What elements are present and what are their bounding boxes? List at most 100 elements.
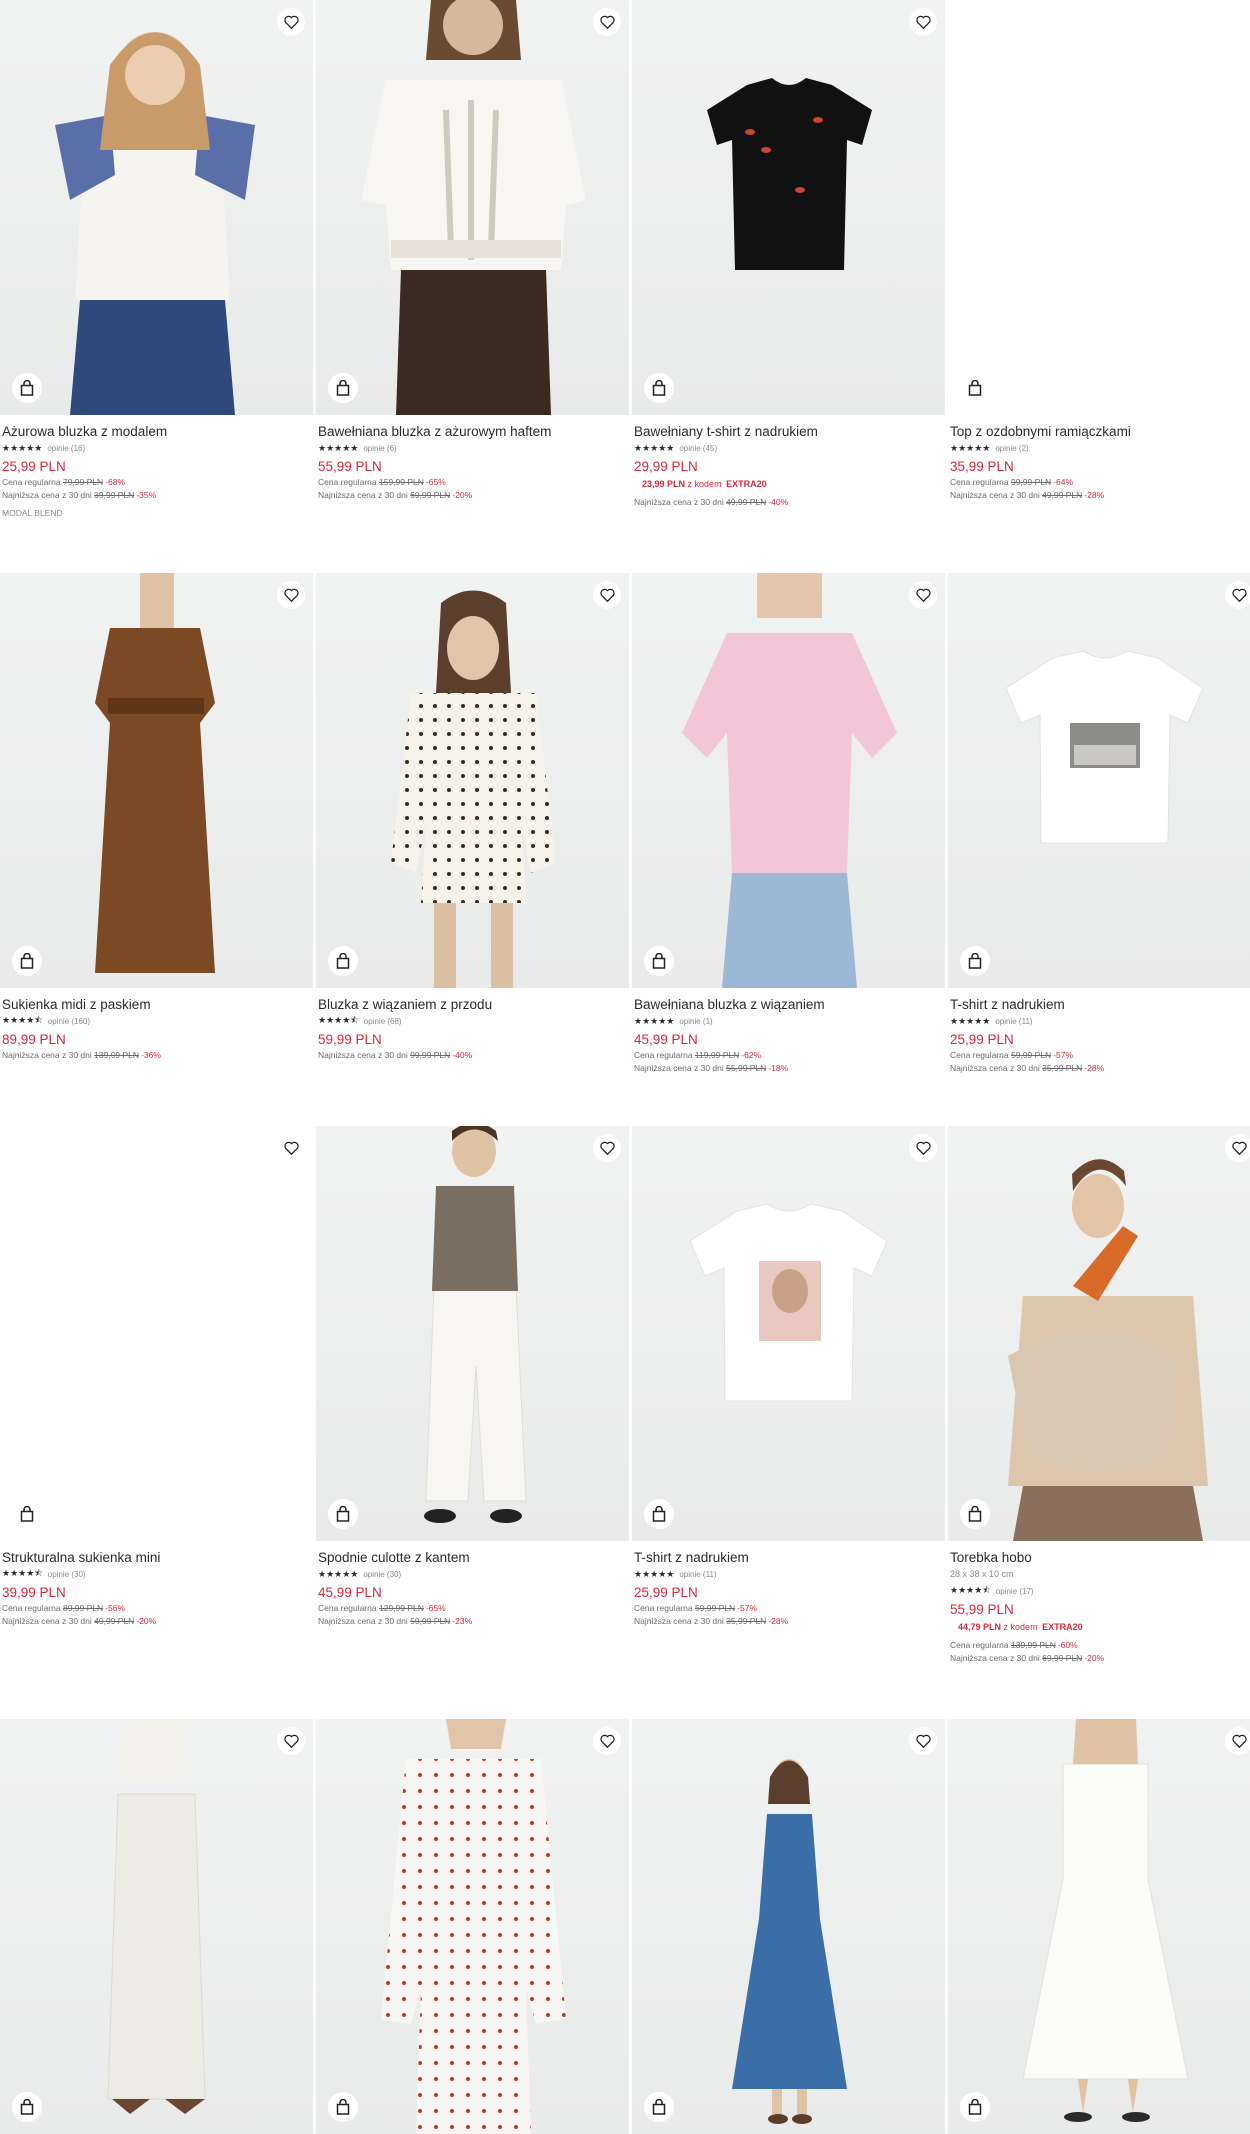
promo-code-price: 23,99 PLN z kodem EXTRA20 xyxy=(642,479,767,489)
product-name[interactable]: Top z ozdobnymi ramiączkami xyxy=(950,424,1250,439)
rating: ★★★★★ opinie (45) xyxy=(634,443,945,453)
shopping-bag-icon[interactable] xyxy=(960,2092,990,2122)
product-image[interactable] xyxy=(316,1719,629,2134)
shopping-bag-icon[interactable] xyxy=(12,373,42,403)
rating-stars: ★★★★★ xyxy=(2,442,43,453)
product-image[interactable] xyxy=(948,573,1250,988)
tshirt-photo xyxy=(707,78,872,270)
product-name[interactable]: Bawełniana bluzka z wiązaniem xyxy=(634,997,945,1012)
product-card[interactable]: Bluzka z wiązaniem z przodu ★★★★⯪ opinie … xyxy=(316,573,629,1060)
product-image[interactable] xyxy=(948,1126,1250,1541)
heart-icon[interactable] xyxy=(593,581,621,609)
product-card[interactable]: Bawełniany t-shirt z nadrukiem ★★★★★ opin… xyxy=(632,0,945,507)
heart-icon[interactable] xyxy=(277,1727,305,1755)
rating-stars: ★★★★⯪ xyxy=(950,1585,991,1595)
product-card[interactable]: Torebka hobo 28 x 38 x 10 cm ★★★★⯪ opinie… xyxy=(948,1126,1250,1663)
lowest-price-line: Najniższa cena z 30 dni 69,99 PLN -20% xyxy=(950,1653,1105,1663)
product-name[interactable]: T-shirt z nadrukiem xyxy=(634,1550,945,1565)
shopping-bag-icon[interactable] xyxy=(644,373,674,403)
heart-icon[interactable] xyxy=(1225,581,1250,609)
shopping-bag-icon[interactable] xyxy=(960,946,990,976)
shopping-bag-icon[interactable] xyxy=(328,1499,358,1529)
shopping-bag-icon[interactable] xyxy=(328,373,358,403)
shopping-bag-icon[interactable] xyxy=(12,2092,42,2122)
product-image[interactable] xyxy=(0,1719,313,2134)
heart-icon[interactable] xyxy=(909,1134,937,1162)
model-photo xyxy=(424,1126,527,1523)
heart-icon[interactable] xyxy=(593,1727,621,1755)
shopping-bag-icon[interactable] xyxy=(960,373,990,403)
review-count: opinie (45) xyxy=(679,443,718,453)
shopping-bag-icon[interactable] xyxy=(328,946,358,976)
rating-stars: ★★★★★ xyxy=(950,1015,991,1026)
product-image[interactable] xyxy=(0,573,313,988)
product-image[interactable] xyxy=(948,1719,1250,2134)
heart-icon[interactable] xyxy=(909,1727,937,1755)
product-image[interactable] xyxy=(0,0,313,415)
heart-icon[interactable] xyxy=(909,581,937,609)
model-photo xyxy=(1008,1159,1208,1541)
shopping-bag-icon[interactable] xyxy=(644,2092,674,2122)
product-name[interactable]: Torebka hobo xyxy=(950,1550,1250,1565)
product-name[interactable]: Spodnie culotte z kantem xyxy=(318,1550,629,1565)
rating: ★★★★⯪ opinie (160) xyxy=(2,1015,313,1026)
rating: ★★★★★ opinie (16) xyxy=(2,443,313,453)
shopping-bag-icon[interactable] xyxy=(644,946,674,976)
review-count: opinie (2) xyxy=(995,443,1029,453)
product-card[interactable]: Bawełniana bluzka z wiązaniem ★★★★★ opini… xyxy=(632,573,945,1073)
product-name[interactable]: Sukienka midi z paskiem xyxy=(2,997,313,1012)
heart-icon[interactable] xyxy=(593,1134,621,1162)
regular-price-line: Cena regularna 99,99 PLN -64% xyxy=(950,477,1073,487)
product-card[interactable] xyxy=(948,1719,1250,2134)
heart-icon[interactable] xyxy=(909,8,937,36)
product-image[interactable] xyxy=(632,1719,945,2134)
shopping-bag-icon[interactable] xyxy=(960,1499,990,1529)
product-name[interactable]: Ażurowa bluzka z modalem xyxy=(2,424,313,439)
product-price: 59,99 PLN xyxy=(318,1032,382,1047)
review-count: opinie (30) xyxy=(47,1569,86,1579)
regular-price-line: Cena regularna 159,99 PLN -65% xyxy=(318,477,446,487)
lowest-price-line: Najniższa cena z 30 dni 39,99 PLN -35% xyxy=(2,490,157,500)
shopping-bag-icon[interactable] xyxy=(644,1499,674,1529)
product-price: 45,99 PLN xyxy=(634,1032,698,1047)
product-card[interactable]: Sukienka midi z paskiem ★★★★⯪ opinie (160… xyxy=(0,573,313,1060)
product-name[interactable]: Bawełniana bluzka z ażurowym haftem xyxy=(318,424,629,439)
product-card[interactable]: Top z ozdobnymi ramiączkami ★★★★★ opinie … xyxy=(948,0,1250,500)
heart-icon[interactable] xyxy=(277,581,305,609)
shopping-bag-icon[interactable] xyxy=(12,1499,42,1529)
product-card[interactable]: Ażurowa bluzka z modalem ★★★★★ opinie (16… xyxy=(0,0,313,518)
product-image[interactable] xyxy=(632,1126,945,1541)
product-card[interactable] xyxy=(316,1719,629,2134)
product-image[interactable] xyxy=(632,573,945,988)
product-image[interactable] xyxy=(0,1126,313,1541)
product-name[interactable]: Strukturalna sukienka mini xyxy=(2,1550,313,1565)
product-dimensions: 28 x 38 x 10 cm xyxy=(950,1569,1014,1579)
product-image[interactable] xyxy=(316,1126,629,1541)
heart-icon[interactable] xyxy=(1225,1134,1250,1162)
heart-icon[interactable] xyxy=(1225,1727,1250,1755)
product-name[interactable]: T-shirt z nadrukiem xyxy=(950,997,1250,1012)
heart-icon[interactable] xyxy=(593,8,621,36)
product-image[interactable] xyxy=(632,0,945,415)
product-name[interactable]: Bawełniany t-shirt z nadrukiem xyxy=(634,424,945,439)
rating-stars: ★★★★★ xyxy=(318,442,359,453)
product-card[interactable]: Bawełniana bluzka z ażurowym haftem ★★★★… xyxy=(316,0,629,500)
product-card[interactable]: Spodnie culotte z kantem ★★★★★ opinie (30… xyxy=(316,1126,629,1626)
product-card[interactable] xyxy=(0,1719,313,2134)
product-name[interactable]: Bluzka z wiązaniem z przodu xyxy=(318,997,629,1012)
shopping-bag-icon[interactable] xyxy=(328,2092,358,2122)
product-image[interactable] xyxy=(316,573,629,988)
shopping-bag-icon[interactable] xyxy=(12,946,42,976)
product-image[interactable] xyxy=(316,0,629,415)
product-card[interactable] xyxy=(632,1719,945,2134)
product-card[interactable]: T-shirt z nadrukiem ★★★★★ opinie (11) 25,… xyxy=(948,573,1250,1073)
lowest-price-line: Najniższa cena z 30 dni 99,99 PLN -40% xyxy=(318,1050,473,1060)
heart-icon[interactable] xyxy=(277,8,305,36)
rating-stars: ★★★★★ xyxy=(634,442,675,453)
rating-stars: ★★★★★ xyxy=(318,1568,359,1579)
product-card[interactable]: Strukturalna sukienka mini ★★★★⯪ opinie (… xyxy=(0,1126,313,1626)
model-photo xyxy=(1022,1719,1189,2122)
product-card[interactable]: T-shirt z nadrukiem ★★★★★ opinie (11) 25,… xyxy=(632,1126,945,1626)
product-image[interactable] xyxy=(948,0,1250,415)
heart-icon[interactable] xyxy=(277,1134,305,1162)
